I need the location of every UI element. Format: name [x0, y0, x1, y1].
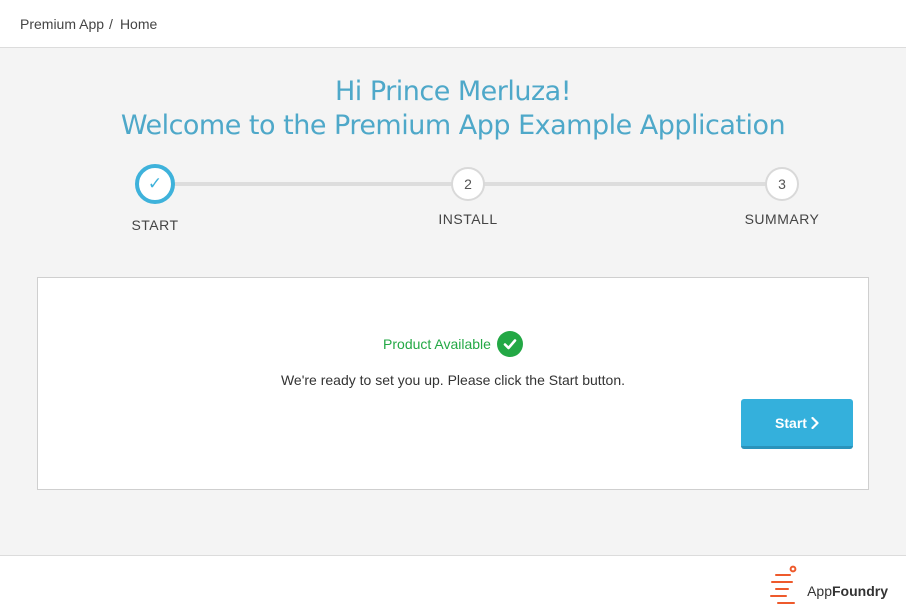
step-connector — [484, 182, 766, 186]
start-button[interactable]: Start — [741, 399, 853, 449]
step-connector — [174, 182, 452, 186]
step-summary-circle: 3 — [765, 167, 799, 201]
setup-card: Product Available We're ready to set you… — [37, 277, 869, 490]
setup-message: We're ready to set you up. Please click … — [280, 372, 626, 388]
step-start-label: START — [131, 217, 179, 233]
step-install-circle: 2 — [451, 167, 485, 201]
breadcrumb: Premium App / Home — [0, 0, 906, 48]
step-install-label: INSTALL — [438, 211, 498, 227]
check-circle-icon — [496, 331, 523, 357]
breadcrumb-separator: / — [109, 15, 113, 32]
footer: AppFoundry — [0, 557, 906, 616]
chevron-right-icon — [811, 416, 819, 429]
breadcrumb-current-page: Home — [119, 15, 158, 32]
step-start-circle: ✓ — [135, 164, 175, 204]
check-icon: ✓ — [147, 174, 163, 193]
appfoundry-logo-icon — [770, 565, 797, 604]
appfoundry-logo-text: AppFoundry — [807, 583, 888, 599]
product-status-text: Product Available — [383, 336, 491, 352]
start-button-label: Start — [775, 414, 807, 431]
product-status: Product Available — [38, 331, 868, 357]
breadcrumb-app-link[interactable]: Premium App — [20, 16, 104, 32]
appfoundry-logo: AppFoundry — [768, 565, 888, 607]
progress-stepper: ✓ 2 3 START INSTALL SUMMARY — [0, 48, 906, 248]
step-summary-label: SUMMARY — [744, 211, 820, 227]
main-content: Hi Prince Merluza! Welcome to the Premiu… — [0, 48, 906, 556]
